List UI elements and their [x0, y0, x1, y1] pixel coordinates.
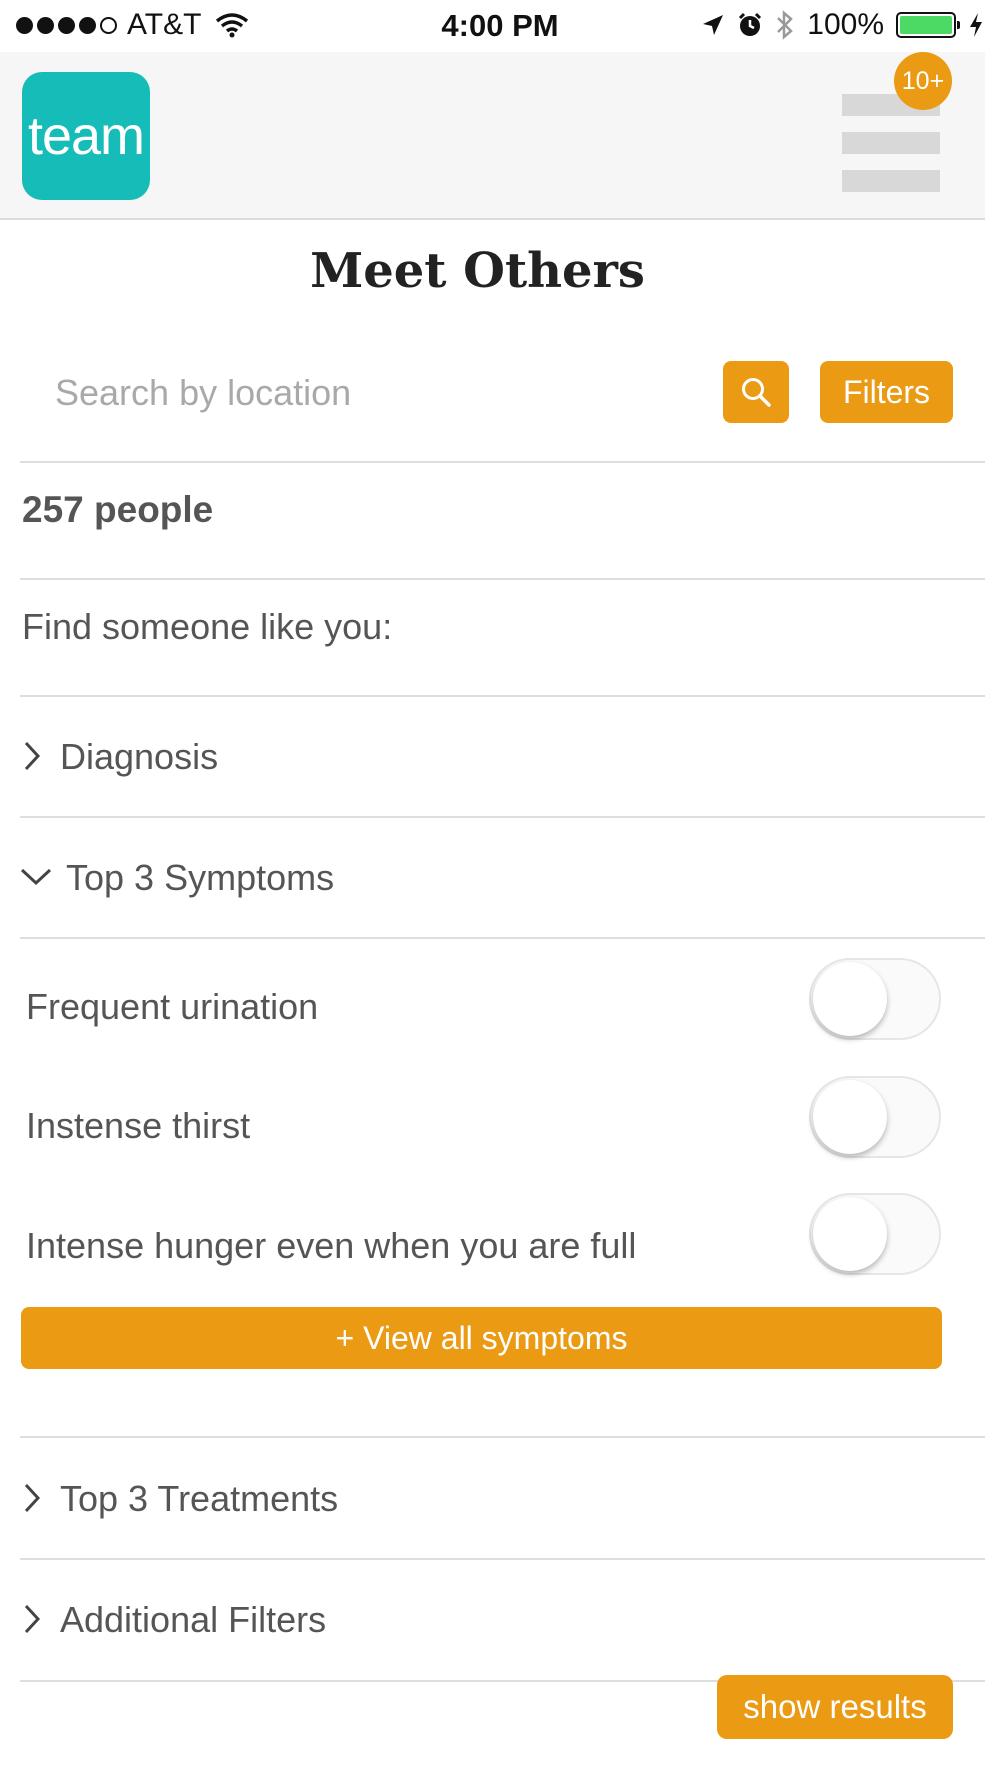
- page-title: Meet Others: [310, 243, 645, 299]
- location-arrow-icon: [703, 15, 724, 35]
- symptom-toggle[interactable]: [809, 1076, 941, 1158]
- symptom-label: Frequent urination: [26, 986, 319, 1027]
- divider: [20, 695, 985, 697]
- symptom-label: Instense thirst: [26, 1105, 251, 1146]
- section-additional-filters[interactable]: Additional Filters: [18, 1599, 326, 1641]
- status-right: 100%: [701, 8, 984, 42]
- section-label: Additional Filters: [60, 1599, 327, 1640]
- section-label: Diagnosis: [60, 736, 219, 777]
- chevron-down-icon: [20, 868, 52, 886]
- section-diagnosis[interactable]: Diagnosis: [18, 736, 218, 778]
- divider: [20, 578, 985, 580]
- symptom-toggle[interactable]: [809, 1193, 941, 1275]
- search-icon: [742, 378, 771, 407]
- symptom-label: Intense hunger even when you are full: [26, 1225, 637, 1266]
- view-all-symptoms-button[interactable]: + View all symptoms: [21, 1307, 942, 1369]
- notification-badge[interactable]: 10+: [894, 52, 952, 110]
- charging-icon: [970, 13, 982, 37]
- battery-icon: [896, 12, 960, 38]
- search-button[interactable]: [723, 361, 789, 423]
- alarm-icon: [739, 12, 762, 36]
- divider: [20, 461, 985, 463]
- chevron-right-icon: [24, 1604, 41, 1634]
- people-count: 257 people: [22, 489, 214, 530]
- divider: [20, 1558, 985, 1560]
- chevron-right-icon: [24, 741, 41, 771]
- divider: [20, 937, 985, 939]
- battery-percent: 100%: [807, 8, 884, 41]
- team-logo[interactable]: team: [22, 72, 150, 200]
- logo-text: team: [27, 106, 145, 166]
- divider: [20, 816, 985, 818]
- show-results-button[interactable]: show results: [717, 1675, 953, 1739]
- section-label: Top 3 Symptoms: [66, 857, 335, 898]
- divider: [20, 1436, 985, 1438]
- section-label: Top 3 Treatments: [60, 1478, 339, 1519]
- symptom-toggle[interactable]: [809, 958, 941, 1040]
- chevron-right-icon: [24, 1483, 41, 1513]
- app-header: team: [0, 52, 985, 220]
- section-treatments[interactable]: Top 3 Treatments: [18, 1478, 338, 1520]
- section-symptoms[interactable]: Top 3 Symptoms: [18, 857, 334, 899]
- bluetooth-icon: [777, 10, 794, 40]
- search-input[interactable]: [40, 365, 700, 421]
- status-bar: AT&T 4:00 PM 100%: [0, 0, 1000, 52]
- find-prompt: Find someone like you:: [22, 606, 393, 647]
- filters-button[interactable]: Filters: [820, 361, 953, 423]
